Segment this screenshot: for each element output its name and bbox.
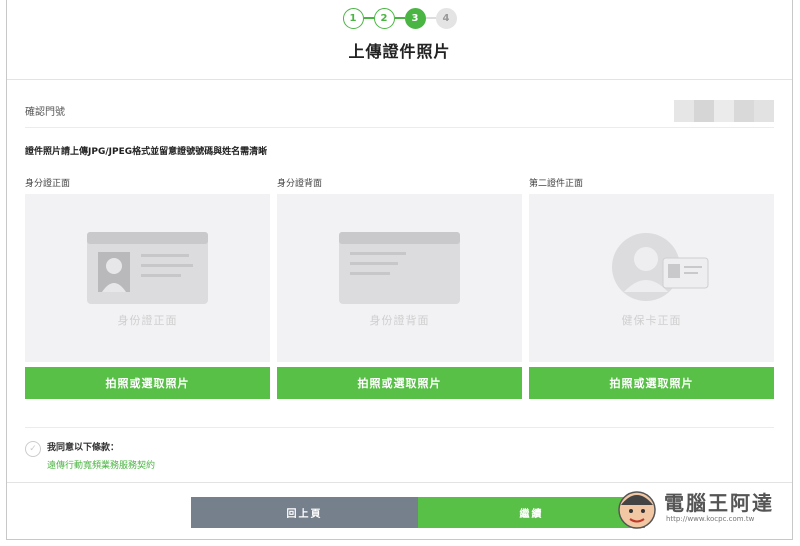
select-photo-button[interactable]: 拍照或選取照片 bbox=[529, 367, 774, 399]
card-caption: 健保卡正面 bbox=[621, 314, 682, 327]
watermark-url: http://www.kocpc.com.tw bbox=[666, 515, 755, 523]
step-connector bbox=[425, 17, 436, 19]
terms-link[interactable]: 遠傳行動寬頻業務服務契約 bbox=[47, 458, 155, 471]
upload-card-id-back: 身分證背面 身份證背面 拍照或選取照片 bbox=[277, 178, 522, 399]
photo-placeholder[interactable]: 身份證正面 bbox=[25, 194, 270, 362]
card-label: 身分證背面 bbox=[277, 179, 323, 189]
step-3-current: 3 bbox=[404, 7, 426, 29]
back-button[interactable]: 回上頁 bbox=[191, 497, 418, 528]
agree-checkbox[interactable]: ✓ bbox=[25, 441, 41, 457]
step-connector bbox=[363, 17, 374, 19]
step-2: 2 bbox=[373, 7, 395, 29]
card-caption: 身份證正面 bbox=[117, 314, 178, 327]
upload-cards: 身分證正面 身份證正面 拍照或選取照片 身分證背面 身份證背面 拍照或選取照片 … bbox=[25, 178, 774, 399]
id-card-back-icon bbox=[339, 232, 460, 304]
id-card-front-icon bbox=[87, 232, 208, 304]
step-connector bbox=[394, 17, 405, 19]
watermark: 電腦王阿達 http://www.kocpc.com.tw bbox=[612, 483, 782, 533]
confirm-number-row: 確認門號 bbox=[25, 100, 774, 122]
confirm-number-label: 確認門號 bbox=[25, 107, 65, 118]
agree-label: 我同意以下條款： bbox=[47, 443, 120, 453]
terms-agreement: ✓ 我同意以下條款： 遠傳行動寬頻業務服務契約 bbox=[25, 440, 155, 471]
upload-card-second-id: 第二證件正面 健保卡正面 拍照或選取照片 bbox=[529, 178, 774, 399]
photo-placeholder[interactable]: 健保卡正面 bbox=[529, 194, 774, 362]
card-label: 第二證件正面 bbox=[529, 179, 584, 189]
check-icon: ✓ bbox=[29, 444, 37, 454]
divider bbox=[7, 79, 792, 80]
divider bbox=[25, 127, 774, 128]
step-4: 4 bbox=[435, 7, 457, 29]
watermark-text: 電腦王阿達 bbox=[664, 491, 774, 515]
step-1: 1 bbox=[342, 7, 364, 29]
health-card-icon bbox=[612, 233, 709, 301]
upload-card-id-front: 身分證正面 身份證正面 拍照或選取照片 bbox=[25, 178, 270, 399]
page-title: 上傳證件照片 bbox=[348, 42, 451, 61]
card-caption: 身份證背面 bbox=[369, 314, 430, 327]
continue-button[interactable]: 繼續 bbox=[418, 497, 645, 528]
select-photo-button[interactable]: 拍照或選取照片 bbox=[25, 367, 270, 399]
upload-notice: 證件照片請上傳JPG/JPEG格式並留意證號號碼與姓名需清晰 bbox=[25, 147, 268, 157]
progress-stepper: 1 2 3 4 bbox=[7, 6, 792, 30]
photo-placeholder[interactable]: 身份證背面 bbox=[277, 194, 522, 362]
divider bbox=[25, 427, 774, 428]
masked-phone-number bbox=[674, 100, 774, 122]
card-label: 身分證正面 bbox=[25, 179, 71, 189]
select-photo-button[interactable]: 拍照或選取照片 bbox=[277, 367, 522, 399]
upload-id-page: 1 2 3 4 上傳證件照片 確認門號 證件照片請上傳JPG/JPEG格式並留意… bbox=[6, 0, 793, 540]
mascot-logo-icon bbox=[618, 491, 656, 529]
